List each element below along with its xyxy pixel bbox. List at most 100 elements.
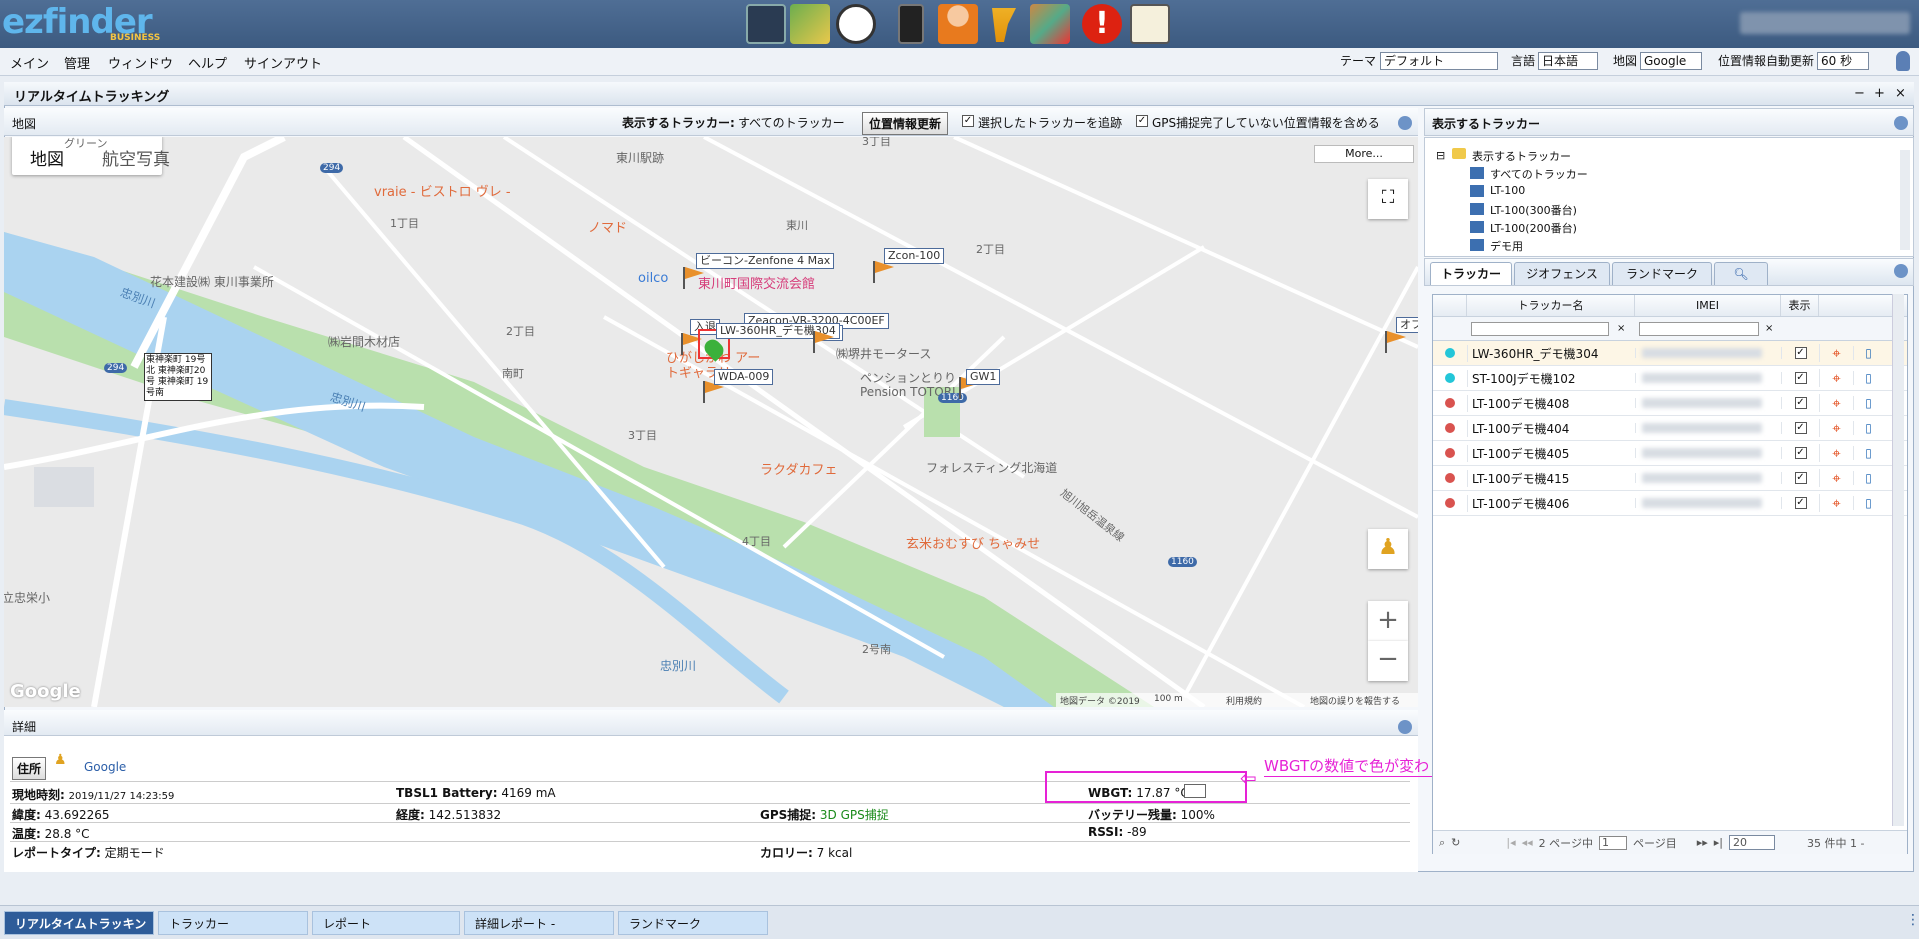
theme-select[interactable]: デフォルト	[1380, 52, 1498, 70]
column-imei[interactable]: IMEI	[1635, 295, 1781, 316]
grid-scrollbar[interactable]	[1892, 294, 1904, 826]
display-checkbox[interactable]: ✓	[1794, 472, 1807, 484]
route-map-icon[interactable]	[1030, 4, 1070, 44]
column-tracker-name[interactable]: トラッカー名	[1467, 295, 1635, 316]
page-input[interactable]: 1	[1598, 835, 1627, 850]
collapse-icon[interactable]	[1894, 264, 1908, 278]
display-checkbox[interactable]: ✓	[1794, 497, 1807, 509]
tree-item[interactable]: LT-100(200番台)	[1490, 220, 1577, 236]
more-vert-icon[interactable]: ⋮	[1906, 912, 1919, 928]
trackers-value[interactable]: すべてのトラッカー	[738, 114, 845, 131]
device-signal-icon[interactable]: ▯	[1853, 421, 1883, 435]
display-checkbox[interactable]: ✓	[1794, 397, 1807, 409]
monitor-icon[interactable]	[746, 4, 786, 44]
update-location-button[interactable]: 位置情報更新	[862, 112, 949, 135]
table-row[interactable]: LT-100デモ機404 ✓ ⌖ ▯	[1433, 416, 1907, 441]
clear-icon[interactable]: ×	[1765, 323, 1773, 334]
display-checkbox[interactable]: ✓	[1794, 422, 1807, 434]
tab-landmark[interactable]: ランドマーク	[1612, 262, 1712, 285]
tracker-label[interactable]: ビーコン-Zenfone 4 Max	[696, 253, 835, 269]
prev-page-icon[interactable]: ◂◂	[1522, 836, 1533, 849]
tracker-label[interactable]: GW1	[966, 369, 1001, 385]
map-select[interactable]: Google	[1640, 52, 1702, 70]
more-button[interactable]: More...	[1314, 145, 1414, 163]
map-icon[interactable]	[790, 4, 830, 44]
refresh-icon[interactable]: ↻	[1451, 836, 1460, 849]
device-signal-icon[interactable]: ▯	[1853, 446, 1883, 460]
taskbar-landmark[interactable]: ランドマーク	[618, 911, 768, 935]
locate-icon[interactable]: ⌖	[1819, 469, 1853, 487]
locate-icon[interactable]: ⌖	[1819, 369, 1853, 387]
next-page-icon[interactable]: ▸▸	[1697, 836, 1708, 849]
collapse-icon[interactable]	[1398, 720, 1412, 734]
tree-item[interactable]: LT-100(300番台)	[1490, 202, 1577, 218]
table-row[interactable]: ST-100Jデモ機102 ✓ ⌖ ▯	[1433, 366, 1907, 391]
search-icon[interactable]: ⌕	[1439, 836, 1445, 850]
page-size-select[interactable]: 20	[1729, 835, 1776, 850]
close-icon[interactable]: ×	[1895, 86, 1906, 101]
tree-scrollbar[interactable]	[1900, 150, 1910, 250]
tracker-label[interactable]: Zcon-100	[884, 248, 945, 264]
clear-icon[interactable]: ×	[1617, 323, 1625, 334]
zoom-out-button[interactable]: −	[1368, 641, 1408, 681]
refresh-select[interactable]: 60 秒	[1817, 52, 1869, 70]
menu-signout[interactable]: サインアウト	[244, 53, 322, 72]
imei-filter[interactable]	[1639, 321, 1759, 336]
display-checkbox[interactable]: ✓	[1794, 372, 1807, 384]
report-error-link[interactable]: 地図の誤りを報告する	[1310, 694, 1400, 707]
tree-item[interactable]: 表示するトラッカー	[1472, 148, 1571, 164]
last-page-icon[interactable]: ▸|	[1714, 836, 1723, 849]
account-icon[interactable]	[1896, 51, 1910, 71]
table-row[interactable]: LT-100デモ機405 ✓ ⌖ ▯	[1433, 441, 1907, 466]
tracker-label[interactable]: WDA-009	[714, 369, 774, 385]
locate-icon[interactable]: ⌖	[1819, 419, 1853, 437]
locate-icon[interactable]: ⌖	[1819, 344, 1853, 362]
lang-select[interactable]: 日本語	[1538, 52, 1598, 70]
table-row[interactable]: LT-100デモ機415 ✓ ⌖ ▯	[1433, 466, 1907, 491]
device-signal-icon[interactable]: ▯	[1853, 396, 1883, 410]
pegman-icon[interactable]: ♟	[54, 752, 67, 768]
display-checkbox[interactable]: ✓	[1794, 347, 1807, 359]
map-type-map[interactable]: 地図	[30, 145, 64, 170]
device-icon[interactable]	[898, 4, 924, 44]
pegman-icon[interactable]: ♟	[1368, 529, 1408, 569]
follow-checkbox[interactable]: ✓	[962, 115, 974, 127]
menu-help[interactable]: ヘルプ	[188, 53, 227, 72]
tree-item[interactable]: すべてのトラッカー	[1490, 166, 1588, 182]
table-row[interactable]: LT-100デモ機406 ✓ ⌖ ▯	[1433, 491, 1907, 516]
taskbar-tracker[interactable]: トラッカー	[158, 911, 308, 935]
device-signal-icon[interactable]: ▯	[1853, 496, 1883, 510]
google-link[interactable]: Google	[84, 760, 126, 774]
device-signal-icon[interactable]: ▯	[1853, 346, 1883, 360]
locate-icon[interactable]: ⌖	[1819, 444, 1853, 462]
taskbar-report[interactable]: レポート	[312, 911, 460, 935]
menu-main[interactable]: メイン	[10, 53, 49, 72]
address-button[interactable]: 住所	[12, 757, 47, 780]
map-canvas[interactable]: 地図 航空写真 More... ⛶ ♟ + − グリーン 東川駅跡 3丁目 vr…	[4, 137, 1418, 707]
tab-geofence[interactable]: ジオフェンス	[1514, 262, 1610, 285]
menu-admin[interactable]: 管理	[64, 53, 90, 72]
taskbar-detail-report[interactable]: 詳細レポート -	[464, 911, 614, 935]
minimize-icon[interactable]: −	[1854, 86, 1865, 101]
maximize-icon[interactable]: +	[1874, 86, 1885, 101]
collapse-icon[interactable]	[1894, 116, 1908, 130]
tree-item[interactable]: LT-100	[1490, 184, 1525, 197]
tracker-flag[interactable]	[810, 329, 838, 353]
collapse-icon[interactable]	[1398, 116, 1412, 130]
stopwatch-icon[interactable]	[836, 4, 876, 44]
tree-toggle-icon[interactable]: ⊟	[1436, 149, 1445, 162]
taskbar-realtime[interactable]: リアルタイムトラッキン	[4, 911, 154, 935]
zoom-in-button[interactable]: +	[1368, 601, 1408, 641]
tab-search-icon[interactable]: 🔍︎	[1714, 262, 1768, 285]
fullscreen-icon[interactable]: ⛶	[1368, 179, 1408, 219]
terms-link[interactable]: 利用規約	[1226, 694, 1262, 707]
user-icon[interactable]	[938, 4, 978, 44]
column-display[interactable]: 表示	[1781, 295, 1819, 316]
menu-window[interactable]: ウィンドウ	[108, 53, 173, 72]
locate-icon[interactable]: ⌖	[1819, 394, 1853, 412]
map-type-satellite[interactable]: 航空写真	[102, 145, 170, 170]
first-page-icon[interactable]: |◂	[1506, 836, 1515, 849]
tracker-label[interactable]: オフ	[1396, 317, 1418, 333]
device-signal-icon[interactable]: ▯	[1853, 371, 1883, 385]
table-row[interactable]: LW-360HR_デモ機304 ✓ ⌖ ▯	[1433, 341, 1907, 366]
